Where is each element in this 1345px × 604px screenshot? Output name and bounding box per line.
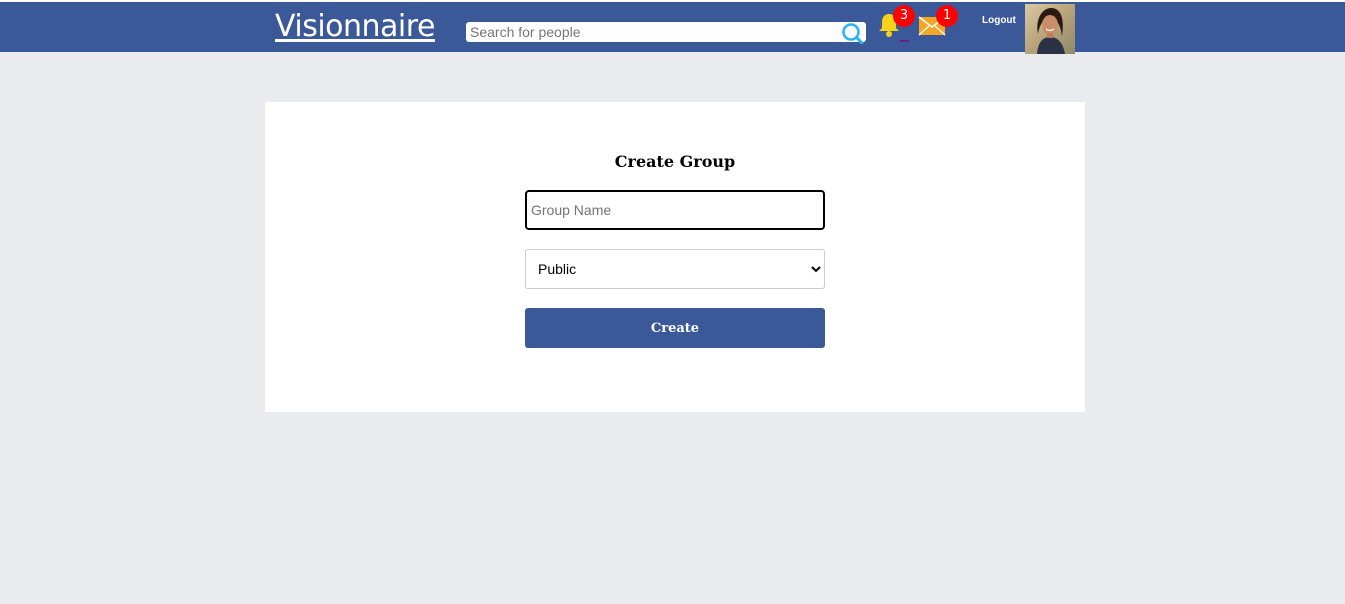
group-name-input[interactable] [525, 190, 825, 230]
navbar: Visionnaire 3 1 Logout [0, 2, 1345, 54]
search-input[interactable] [466, 22, 840, 42]
notification-count-badge: 3 [893, 5, 915, 27]
user-avatar[interactable] [1025, 4, 1075, 54]
search-box [466, 22, 866, 45]
message-count-badge: 1 [936, 5, 958, 27]
privacy-select[interactable]: Public [525, 249, 825, 289]
notification-indicator [900, 40, 909, 42]
logout-link[interactable]: Logout [982, 15, 1016, 26]
create-group-card: Create Group Public Create [265, 102, 1085, 412]
create-button[interactable]: Create [525, 308, 825, 348]
search-icon[interactable] [841, 22, 865, 45]
brand-logo[interactable]: Visionnaire [275, 9, 435, 44]
page-title: Create Group [614, 152, 736, 171]
